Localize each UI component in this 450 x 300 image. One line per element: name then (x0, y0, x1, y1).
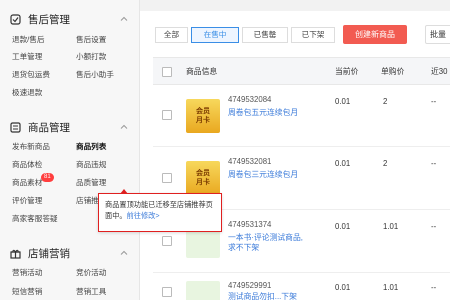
table-header: 商品信息 当前价 单购价 近30 (153, 57, 450, 85)
recent-sales: -- (431, 97, 437, 106)
chevron-up-icon[interactable] (118, 121, 130, 133)
sidebar-item-tickets[interactable]: 工单管理 (12, 51, 42, 63)
product-name-link[interactable]: 一本书·评论测试商品,求不下架 (228, 233, 306, 253)
sidebar-item-product-list[interactable]: 商品列表 (76, 141, 106, 153)
sidebar-item-reviews[interactable]: 评价管理 (12, 195, 42, 207)
thumbnail-text: 会员 (196, 106, 210, 115)
thumbnail-text: 月卡 (196, 115, 210, 124)
recent-sales: -- (431, 283, 437, 292)
select-all-checkbox[interactable] (162, 67, 172, 77)
header-single-price: 单购价 (381, 67, 405, 76)
sidebar-section-after-sales[interactable]: 售后管理 (10, 9, 132, 29)
sidebar-item-sms-marketing[interactable]: 短信营销 (12, 286, 42, 298)
sidebar-item-customer-qa[interactable]: 高家客服答疑 (12, 213, 58, 225)
current-price: 0.01 (335, 283, 351, 292)
single-price: 2 (383, 97, 388, 106)
tab-on-sale[interactable]: 在售中 (191, 27, 239, 43)
thumbnail-text: 月卡 (196, 177, 210, 186)
tab-off-shelf[interactable]: 已下架 (291, 27, 335, 43)
batch-button[interactable]: 批量 (425, 25, 450, 44)
after-sales-icon (10, 13, 21, 25)
single-price: 1.01 (383, 222, 399, 231)
notification-badge: 81 (41, 173, 54, 182)
header-recent-30: 近30 (431, 67, 448, 76)
top-band (140, 0, 450, 11)
sidebar-item-product-materials[interactable]: 商品素材 (12, 177, 42, 189)
row-checkbox[interactable] (162, 173, 172, 183)
tooltip-link[interactable]: 前往修改> (127, 211, 160, 220)
single-price: 2 (383, 159, 388, 168)
main-content: 全部 在售中 已售罄 已下架 创建新商品 批量 商品信息 当前价 单购价 近30… (140, 0, 450, 300)
product-id: 4749529991 (228, 281, 272, 290)
sidebar-item-after-sales-assistant[interactable]: 售后小助手 (76, 69, 114, 81)
sidebar-item-quality[interactable]: 品质管理 (76, 177, 106, 189)
product-name-link[interactable]: 周卷包五元连续包月 (228, 108, 306, 118)
gift-icon (10, 248, 21, 259)
table-row[interactable]: 4749529991 测试商品勿扣...下架 0.01 1.01 -- (153, 273, 450, 300)
section-title: 售后管理 (28, 13, 70, 26)
section-title: 商品管理 (28, 121, 70, 134)
thumbnail-text: 会员 (196, 168, 210, 177)
product-thumbnail[interactable]: 会员 月卡 (186, 99, 220, 133)
recent-sales: -- (431, 222, 437, 231)
sidebar: 售后管理 退款/售后 售后设置 工单管理 小额打款 退货包运费 售后小助手 极速… (0, 0, 140, 300)
sidebar-item-product-violations[interactable]: 商品违规 (76, 159, 106, 171)
product-id: 4749532081 (228, 157, 272, 166)
product-thumbnail[interactable] (186, 281, 220, 300)
product-thumbnail[interactable]: 会员 月卡 (186, 161, 220, 195)
section-title: 店铺营销 (28, 247, 70, 260)
product-name-link[interactable]: 测试商品勿扣...下架 (228, 292, 306, 300)
tab-sold-out[interactable]: 已售罄 (242, 27, 288, 43)
row-checkbox[interactable] (162, 287, 172, 297)
sidebar-item-bidding-events[interactable]: 竞价活动 (76, 267, 106, 279)
chevron-up-icon[interactable] (118, 247, 130, 259)
sidebar-item-return-shipping[interactable]: 退货包运费 (12, 69, 50, 81)
sidebar-item-refunds[interactable]: 退款/售后 (12, 34, 44, 46)
product-id: 4749532084 (228, 95, 272, 104)
current-price: 0.01 (335, 222, 351, 231)
product-icon (10, 121, 21, 133)
sidebar-item-after-sales-settings[interactable]: 售后设置 (76, 34, 106, 46)
recent-sales: -- (431, 159, 437, 168)
sidebar-item-small-payments[interactable]: 小额打款 (76, 51, 106, 63)
header-current-price: 当前价 (335, 67, 359, 76)
header-product-info: 商品信息 (186, 67, 218, 76)
sidebar-item-marketing-events[interactable]: 营销活动 (12, 267, 42, 279)
row-checkbox[interactable] (162, 110, 172, 120)
sidebar-item-marketing-tools[interactable]: 营销工具 (76, 286, 106, 298)
single-price: 1.01 (383, 283, 399, 292)
current-price: 0.01 (335, 97, 351, 106)
product-name-link[interactable]: 周卷包三元连续包月 (228, 170, 306, 180)
sidebar-item-publish-product[interactable]: 发布新商品 (12, 141, 50, 153)
sidebar-section-products[interactable]: 商品管理 (10, 117, 132, 137)
sidebar-section-marketing[interactable]: 店铺营销 (10, 243, 132, 263)
chevron-up-icon[interactable] (118, 13, 130, 25)
product-id: 4749531374 (228, 220, 272, 229)
sidebar-item-fast-refund[interactable]: 极速退款 (12, 87, 42, 99)
row-checkbox[interactable] (162, 236, 172, 246)
table-row[interactable]: 会员 月卡 4749532084 周卷包五元连续包月 0.01 2 -- (153, 85, 450, 147)
migration-tooltip: 商品置顶功能已迁移至店铺推荐页面中。前往修改> (98, 193, 222, 232)
create-product-button[interactable]: 创建新商品 (343, 25, 407, 44)
current-price: 0.01 (335, 159, 351, 168)
tab-all[interactable]: 全部 (155, 27, 188, 43)
sidebar-item-product-checkup[interactable]: 商品体检 (12, 159, 42, 171)
